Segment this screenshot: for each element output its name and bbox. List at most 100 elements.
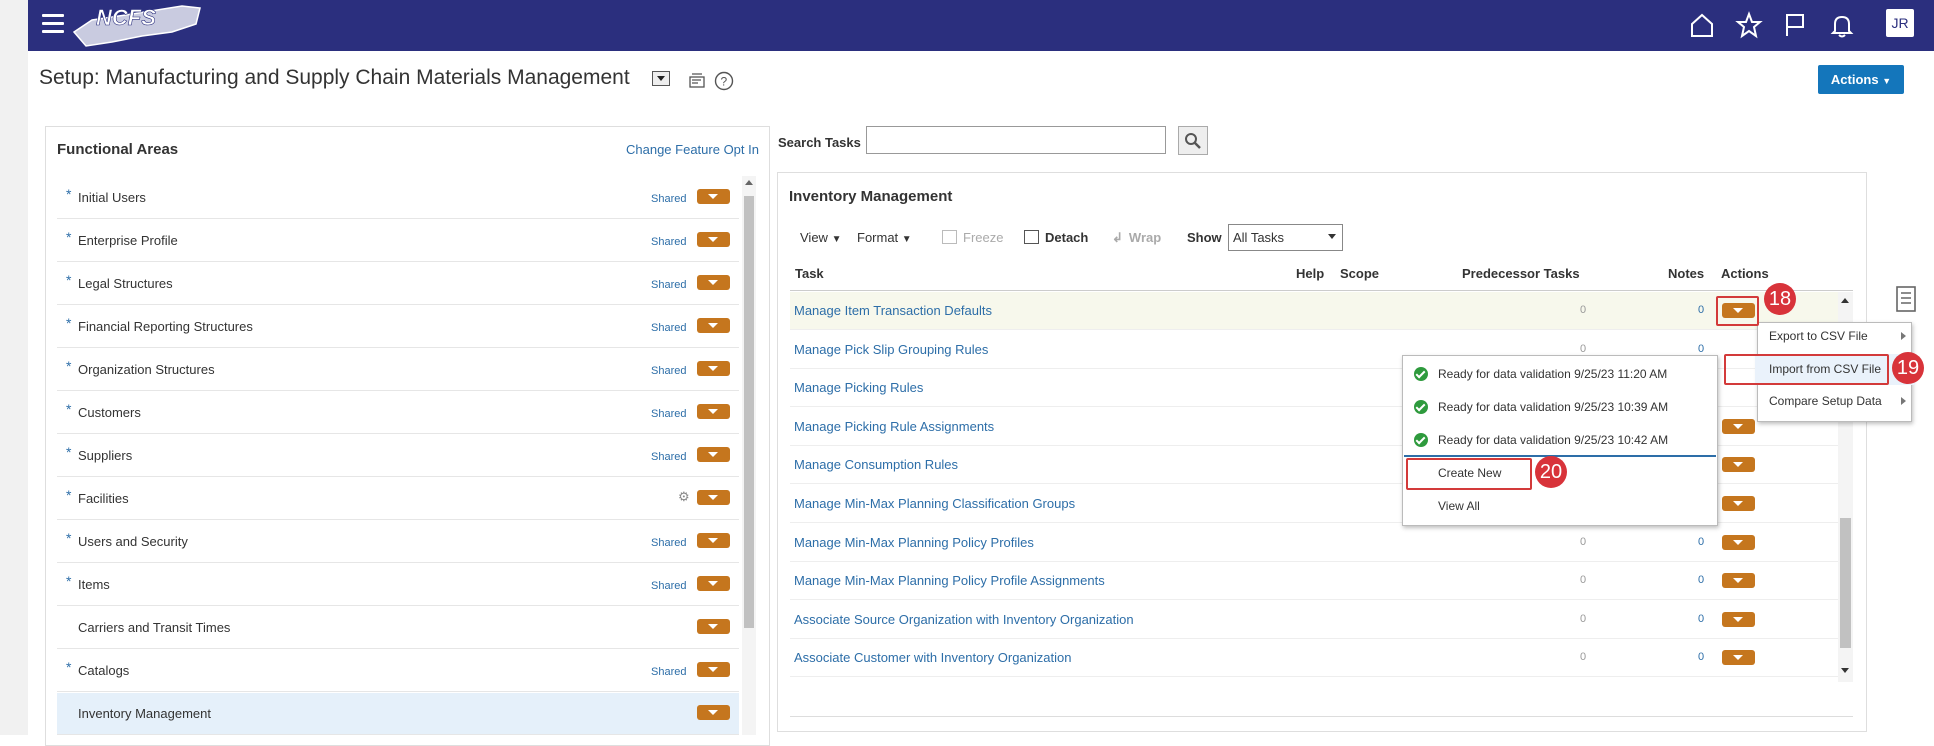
wrap-button[interactable]: ↲ Wrap (1112, 230, 1161, 246)
left-scrollbar[interactable] (742, 176, 756, 735)
menu-item-export-csv[interactable]: Export to CSV File (1755, 322, 1915, 349)
title-dropdown-button[interactable] (652, 71, 670, 86)
task-actions-button[interactable] (1722, 457, 1755, 473)
flag-icon[interactable] (1781, 11, 1809, 39)
col-notes[interactable]: Notes (1668, 266, 1704, 281)
home-icon[interactable] (1688, 11, 1716, 39)
shared-label: Shared (651, 580, 687, 592)
submenu-item-import-1[interactable]: Ready for data validation 9/25/23 11:20 … (1410, 364, 1710, 386)
task-actions-button[interactable] (1722, 534, 1755, 550)
row-actions-button[interactable] (697, 232, 730, 247)
task-link[interactable]: Associate Customer with Inventory Organi… (794, 650, 1071, 665)
row-actions-button[interactable] (697, 705, 730, 720)
col-actions[interactable]: Actions (1721, 266, 1769, 281)
functional-area-row[interactable]: Inventory Management (57, 693, 739, 735)
task-link[interactable]: Manage Picking Rules (794, 380, 923, 395)
functional-area-row[interactable]: * Organization Structures Shared (57, 349, 739, 391)
view-all-item[interactable]: View All (1438, 499, 1480, 513)
row-actions-button[interactable] (697, 275, 730, 290)
user-avatar[interactable]: JR (1886, 9, 1914, 37)
task-link[interactable]: Manage Min-Max Planning Policy Profiles (794, 535, 1034, 550)
row-actions-button[interactable] (697, 361, 730, 376)
task-link[interactable]: Manage Item Transaction Defaults (794, 303, 992, 318)
task-link[interactable]: Manage Min-Max Planning Policy Profile A… (794, 573, 1105, 588)
functional-area-row[interactable]: * Legal Structures Shared (57, 263, 739, 305)
menu-item-compare-setup[interactable]: Compare Setup Data (1755, 390, 1915, 417)
submenu-item-import-2[interactable]: Ready for data validation 9/25/23 10:39 … (1410, 397, 1710, 419)
predecessor-count: 0 (1580, 612, 1587, 625)
row-actions-button[interactable] (697, 189, 730, 204)
functional-area-row[interactable]: * Users and Security Shared (57, 521, 739, 563)
task-link[interactable]: Manage Min-Max Planning Classification G… (794, 496, 1075, 511)
functional-area-row[interactable]: Carriers and Transit Times (57, 607, 739, 649)
compare-setup-label: Compare Setup Data (1769, 394, 1882, 408)
left-scrollbar-thumb[interactable] (744, 196, 754, 628)
notes-count[interactable]: 0 (1698, 574, 1704, 586)
functional-area-row[interactable]: * Initial Users Shared (57, 177, 739, 219)
search-button[interactable] (1178, 126, 1208, 155)
col-predecessor-tasks[interactable]: Predecessor Tasks (1462, 266, 1580, 281)
format-menu[interactable]: Format ▼ (857, 230, 912, 245)
functional-area-row[interactable]: * Enterprise Profile Shared (57, 220, 739, 262)
show-select[interactable]: All Tasks (1228, 224, 1343, 251)
functional-area-row[interactable]: * Suppliers Shared (57, 435, 739, 477)
check-circle-icon (1414, 433, 1428, 447)
step-18-badge: 18 (1764, 283, 1796, 315)
task-actions-button[interactable] (1722, 611, 1755, 627)
table-scrollbar-thumb[interactable] (1840, 518, 1851, 648)
row-actions-button[interactable] (697, 490, 730, 505)
task-link[interactable]: Manage Picking Rule Assignments (794, 419, 994, 434)
scroll-down-icon[interactable] (1841, 668, 1849, 673)
row-actions-button[interactable] (697, 447, 730, 462)
page-actions-button[interactable]: Actions ▼ (1818, 65, 1904, 94)
shared-label: Shared (651, 279, 687, 291)
task-actions-button[interactable] (1722, 573, 1755, 589)
col-task[interactable]: Task (795, 266, 824, 281)
functional-area-row[interactable]: * Items Shared (57, 564, 739, 606)
notes-count[interactable]: 0 (1698, 536, 1704, 548)
scroll-up-icon[interactable] (745, 180, 753, 185)
search-tasks-input[interactable] (866, 126, 1166, 154)
functional-area-row[interactable]: * Financial Reporting Structures Shared (57, 306, 739, 348)
task-actions-button[interactable] (1722, 650, 1755, 666)
row-actions-button[interactable] (697, 619, 730, 634)
export-csv-label: Export to CSV File (1769, 329, 1868, 343)
notes-count[interactable]: 0 (1698, 613, 1704, 625)
functional-area-row[interactable]: * Catalogs Shared (57, 650, 739, 692)
notes-count[interactable]: 0 (1698, 304, 1704, 316)
row-actions-button[interactable] (697, 318, 730, 333)
required-marker: * (66, 573, 72, 589)
bell-icon[interactable] (1828, 11, 1856, 39)
task-link[interactable]: Manage Consumption Rules (794, 457, 958, 472)
shared-label: Shared (651, 365, 687, 377)
ncfs-logo[interactable]: NCFS (72, 2, 202, 48)
col-help[interactable]: Help (1296, 266, 1324, 281)
col-scope[interactable]: Scope (1340, 266, 1379, 281)
functional-area-row[interactable]: * Customers Shared (57, 392, 739, 434)
help-icon[interactable]: ? (714, 71, 734, 91)
required-marker: * (66, 315, 72, 331)
row-actions-button[interactable] (697, 404, 730, 419)
required-marker: * (66, 229, 72, 245)
scroll-up-icon[interactable] (1841, 298, 1849, 303)
notes-count[interactable]: 0 (1698, 343, 1704, 355)
freeze-button[interactable]: Freeze (942, 230, 1003, 245)
view-menu[interactable]: View ▼ (800, 230, 841, 245)
notes-count[interactable]: 0 (1698, 651, 1704, 663)
detach-button[interactable]: Detach (1024, 230, 1088, 245)
menu-icon[interactable] (42, 14, 64, 34)
worklist-icon[interactable] (689, 73, 705, 89)
row-actions-button[interactable] (697, 576, 730, 591)
row-actions-button[interactable] (697, 662, 730, 677)
task-row: Manage Item Transaction Defaults 0 0 (790, 292, 1838, 330)
row-actions-button[interactable] (697, 533, 730, 548)
task-actions-button[interactable] (1722, 496, 1755, 511)
star-icon[interactable] (1735, 11, 1763, 39)
task-link[interactable]: Associate Source Organization with Inven… (794, 612, 1134, 627)
task-link[interactable]: Manage Pick Slip Grouping Rules (794, 342, 988, 357)
task-actions-button[interactable] (1722, 418, 1755, 434)
side-panel-icon[interactable] (1895, 286, 1917, 312)
submenu-item-import-3[interactable]: Ready for data validation 9/25/23 10:42 … (1410, 430, 1710, 452)
functional-area-row[interactable]: * Facilities ⚙ (57, 478, 739, 520)
change-feature-opt-in-link[interactable]: Change Feature Opt In (626, 142, 759, 157)
